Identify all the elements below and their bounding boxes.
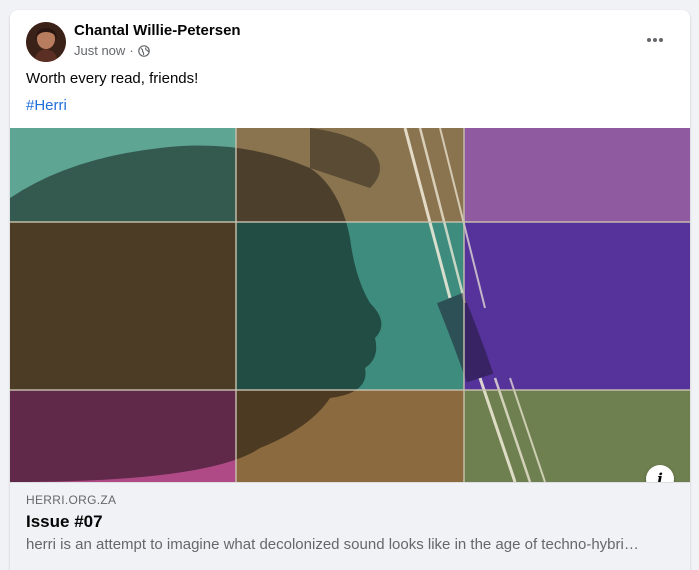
link-description: herri is an attempt to imagine what deco…	[26, 536, 639, 553]
avatar[interactable]	[26, 22, 66, 62]
meta-separator: ·	[129, 43, 134, 58]
globe-icon	[137, 44, 150, 57]
timestamp[interactable]: Just now	[74, 43, 125, 58]
preview-artwork	[10, 128, 690, 482]
post-meta: Just now ·	[74, 43, 150, 58]
hashtag-link[interactable]: #Herri	[26, 97, 67, 114]
link-preview-image[interactable]	[10, 128, 690, 482]
avatar-photo	[26, 22, 66, 62]
link-preview-footer[interactable]: HERRI.ORG.ZA Issue #07 herri is an attem…	[10, 482, 690, 570]
link-domain: HERRI.ORG.ZA	[26, 493, 117, 507]
more-options-button[interactable]	[640, 28, 670, 52]
link-title[interactable]: Issue #07	[26, 512, 103, 532]
post-text: Worth every read, friends!	[26, 70, 199, 87]
author-name[interactable]: Chantal Willie-Petersen	[74, 22, 241, 39]
more-horizontal-icon	[647, 38, 663, 42]
post-card: Chantal Willie-Petersen Just now · Worth…	[10, 10, 690, 570]
